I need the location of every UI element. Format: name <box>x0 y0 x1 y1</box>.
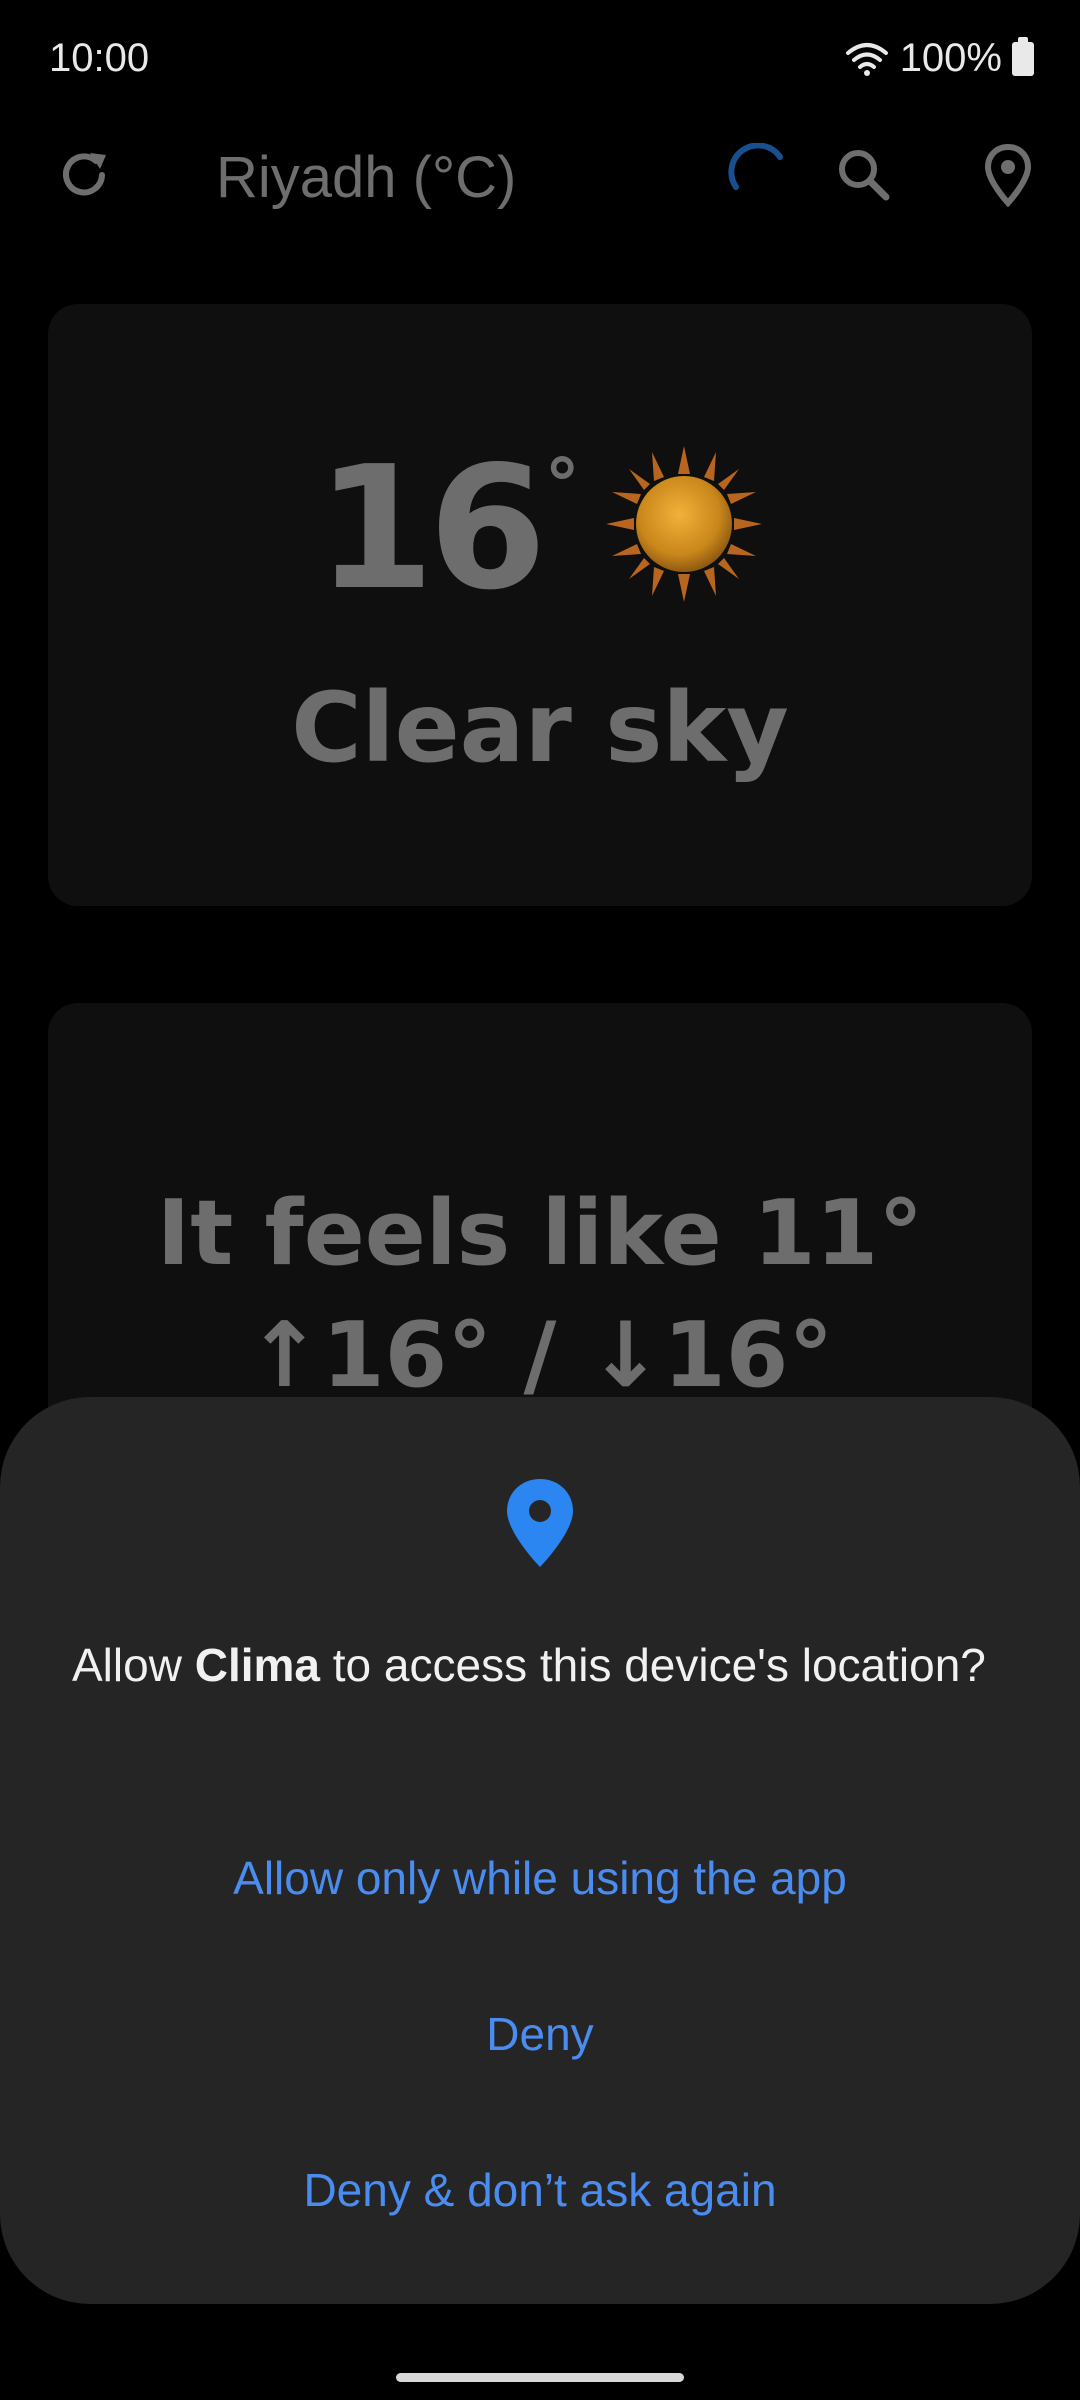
weather-condition: Clear sky <box>291 672 789 784</box>
home-indicator[interactable] <box>396 2373 684 2382</box>
sun-icon <box>605 446 762 602</box>
question-suffix: to access this device's location? <box>319 1639 986 1691</box>
status-time: 10:00 <box>49 36 150 80</box>
status-icons: 100% <box>844 36 1034 81</box>
refresh-button[interactable] <box>46 137 122 213</box>
permission-question: Allow Clima to access this device's loca… <box>72 1637 1002 1693</box>
allow-while-using-button[interactable]: Allow only while using the app <box>0 1851 1080 1905</box>
loading-spinner <box>720 137 796 213</box>
location-pin-icon <box>984 143 1032 207</box>
search-icon <box>839 150 890 201</box>
deny-button[interactable]: Deny <box>0 2007 1080 2061</box>
page-title: Riyadh (°C) <box>216 145 517 210</box>
battery-percent: 100% <box>899 36 1002 80</box>
wifi-icon <box>845 42 888 76</box>
temperature-value: 16 <box>316 430 547 628</box>
temperature-degree: ° <box>544 444 580 526</box>
location-permission-dialog: Allow Clima to access this device's loca… <box>0 1397 1080 2304</box>
app-bar: Riyadh (°C) <box>0 120 1080 230</box>
location-pin-icon <box>507 1479 573 1567</box>
app-name: Clima <box>194 1639 320 1691</box>
battery-icon <box>1012 36 1034 76</box>
temperature-row: 16 ° <box>48 430 1032 628</box>
current-weather-card: 16 ° Clear sky <box>48 304 1032 906</box>
question-prefix: Allow <box>72 1639 195 1691</box>
search-button[interactable] <box>826 137 902 213</box>
high-low-text: ↑16° / ↓16° <box>246 1303 834 1408</box>
spinner-icon <box>728 143 783 190</box>
location-button[interactable] <box>970 137 1046 213</box>
status-bar: 10:00 100% <box>0 0 1080 120</box>
deny-dont-ask-button[interactable]: Deny & don’t ask again <box>0 2163 1080 2217</box>
feels-like-text: It feels like 11° <box>156 1181 924 1286</box>
refresh-icon <box>63 153 106 196</box>
